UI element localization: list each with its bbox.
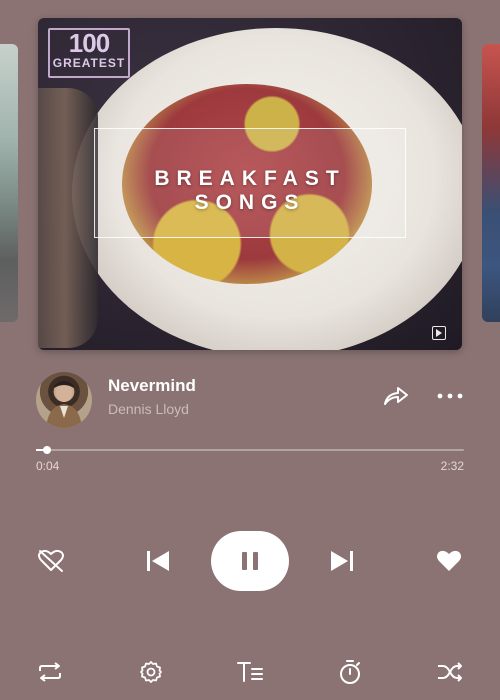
total-time: 2:32	[440, 459, 464, 473]
pause-button[interactable]	[211, 531, 289, 591]
shuffle-icon[interactable]	[436, 660, 464, 684]
lyrics-icon[interactable]	[236, 660, 264, 684]
next-album-card[interactable]	[482, 44, 500, 322]
album-hand-image	[38, 88, 98, 348]
current-time: 0:04	[36, 459, 60, 473]
repeat-icon[interactable]	[36, 660, 64, 684]
settings-icon[interactable]	[137, 660, 165, 684]
share-icon[interactable]	[381, 384, 411, 408]
progress-knob[interactable]	[43, 446, 52, 454]
previous-album-card[interactable]	[0, 44, 18, 322]
video-play-icon[interactable]	[432, 326, 446, 340]
artist-avatar[interactable]	[36, 372, 92, 428]
album-title-line-1: BREAKFAST	[154, 167, 346, 190]
album-logo: 100 GREATEST	[48, 28, 130, 78]
album-title-line-2: SONGS	[194, 191, 306, 214]
album-title-frame: BREAKFAST SONGS	[94, 128, 406, 238]
heart-icon[interactable]	[434, 548, 464, 574]
song-artist[interactable]: Dennis Lloyd	[108, 401, 189, 417]
more-icon[interactable]	[436, 386, 464, 406]
album-logo-number: 100	[68, 28, 110, 58]
song-title: Nevermind	[108, 376, 196, 395]
album-artwork[interactable]: 100 GREATEST BREAKFAST SONGS	[38, 18, 462, 350]
broken-heart-icon[interactable]	[36, 548, 66, 574]
album-logo-word: GREATEST	[52, 56, 126, 70]
timer-icon[interactable]	[336, 660, 364, 684]
skip-next-icon[interactable]	[328, 548, 356, 574]
progress-bar[interactable]	[36, 446, 464, 454]
skip-previous-icon[interactable]	[144, 548, 172, 574]
pause-icon	[242, 552, 258, 570]
